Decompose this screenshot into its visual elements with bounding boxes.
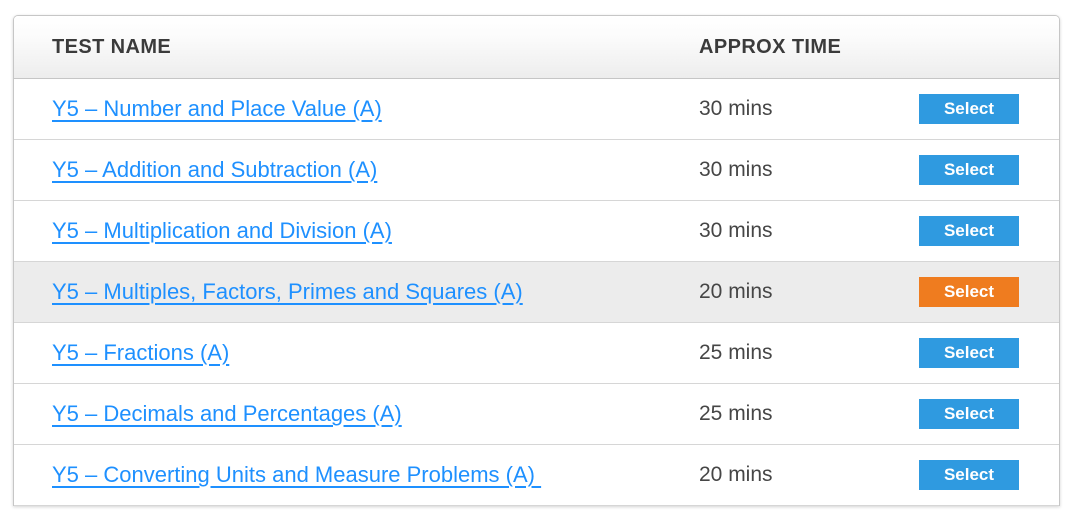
- select-button[interactable]: Select: [919, 277, 1019, 307]
- select-button[interactable]: Select: [919, 216, 1019, 246]
- action-cell: Select: [912, 261, 1059, 323]
- test-name-cell: Y5 – Number and Place Value (A): [14, 79, 675, 140]
- select-button[interactable]: Select: [919, 155, 1019, 185]
- test-name-link[interactable]: Y5 – Multiples, Factors, Primes and Squa…: [52, 279, 523, 304]
- approx-time-value: 25 mins: [699, 341, 773, 364]
- table-row: Y5 – Decimals and Percentages (A) 25 min…: [14, 383, 1059, 445]
- approx-time-value: 30 mins: [699, 219, 773, 242]
- test-name-link[interactable]: Y5 – Addition and Subtraction (A): [52, 157, 377, 182]
- approx-time-value: 30 mins: [699, 158, 773, 181]
- approx-time-value: 30 mins: [699, 97, 773, 120]
- approx-time-value: 20 mins: [699, 463, 773, 486]
- test-name-link[interactable]: Y5 – Multiplication and Division (A): [52, 218, 392, 243]
- table-row: Y5 – Number and Place Value (A) 30 mins …: [14, 78, 1059, 140]
- test-list-table: TEST NAME APPROX TIME Y5 – Number and Pl…: [14, 16, 1059, 506]
- table-row: Y5 – Converting Units and Measure Proble…: [14, 444, 1059, 506]
- approx-time-value: 20 mins: [699, 280, 773, 303]
- test-name-link[interactable]: Y5 – Number and Place Value (A): [52, 96, 382, 121]
- action-cell: Select: [912, 139, 1059, 201]
- column-header-test-name: TEST NAME: [14, 16, 675, 79]
- select-button[interactable]: Select: [919, 399, 1019, 429]
- table-body: Y5 – Number and Place Value (A) 30 mins …: [14, 78, 1059, 506]
- action-cell: Select: [912, 322, 1059, 384]
- approx-time-value: 25 mins: [699, 402, 773, 425]
- action-cell: Select: [912, 444, 1059, 506]
- test-name-link[interactable]: Y5 – Fractions (A): [52, 340, 229, 365]
- table-row: Y5 – Multiples, Factors, Primes and Squa…: [14, 261, 1059, 323]
- table-header: TEST NAME APPROX TIME: [14, 16, 1059, 79]
- test-name-cell: Y5 – Fractions (A): [14, 322, 675, 384]
- approx-time-cell: 30 mins: [675, 79, 912, 140]
- select-button[interactable]: Select: [919, 94, 1019, 124]
- select-button[interactable]: Select: [919, 460, 1019, 490]
- action-cell: Select: [912, 79, 1059, 140]
- column-header-action: [912, 16, 1059, 79]
- action-cell: Select: [912, 200, 1059, 262]
- test-list-card: TEST NAME APPROX TIME Y5 – Number and Pl…: [13, 15, 1060, 506]
- approx-time-cell: 20 mins: [675, 444, 912, 506]
- approx-time-cell: 25 mins: [675, 322, 912, 384]
- approx-time-cell: 25 mins: [675, 383, 912, 445]
- test-name-link[interactable]: Y5 – Decimals and Percentages (A): [52, 401, 402, 426]
- approx-time-cell: 20 mins: [675, 261, 912, 323]
- test-name-cell: Y5 – Multiplication and Division (A): [14, 200, 675, 262]
- page-root: TEST NAME APPROX TIME Y5 – Number and Pl…: [0, 0, 1076, 532]
- test-name-cell: Y5 – Decimals and Percentages (A): [14, 383, 675, 445]
- test-name-cell: Y5 – Multiples, Factors, Primes and Squa…: [14, 261, 675, 323]
- select-button[interactable]: Select: [919, 338, 1019, 368]
- table-row: Y5 – Addition and Subtraction (A) 30 min…: [14, 139, 1059, 201]
- action-cell: Select: [912, 383, 1059, 445]
- column-header-approx-time: APPROX TIME: [675, 16, 912, 79]
- test-name-cell: Y5 – Converting Units and Measure Proble…: [14, 444, 675, 506]
- approx-time-cell: 30 mins: [675, 200, 912, 262]
- test-name-cell: Y5 – Addition and Subtraction (A): [14, 139, 675, 201]
- table-row: Y5 – Fractions (A) 25 mins Select: [14, 322, 1059, 384]
- table-row: Y5 – Multiplication and Division (A) 30 …: [14, 200, 1059, 262]
- test-name-link[interactable]: Y5 – Converting Units and Measure Proble…: [52, 462, 541, 487]
- table-header-row: TEST NAME APPROX TIME: [14, 16, 1059, 79]
- approx-time-cell: 30 mins: [675, 139, 912, 201]
